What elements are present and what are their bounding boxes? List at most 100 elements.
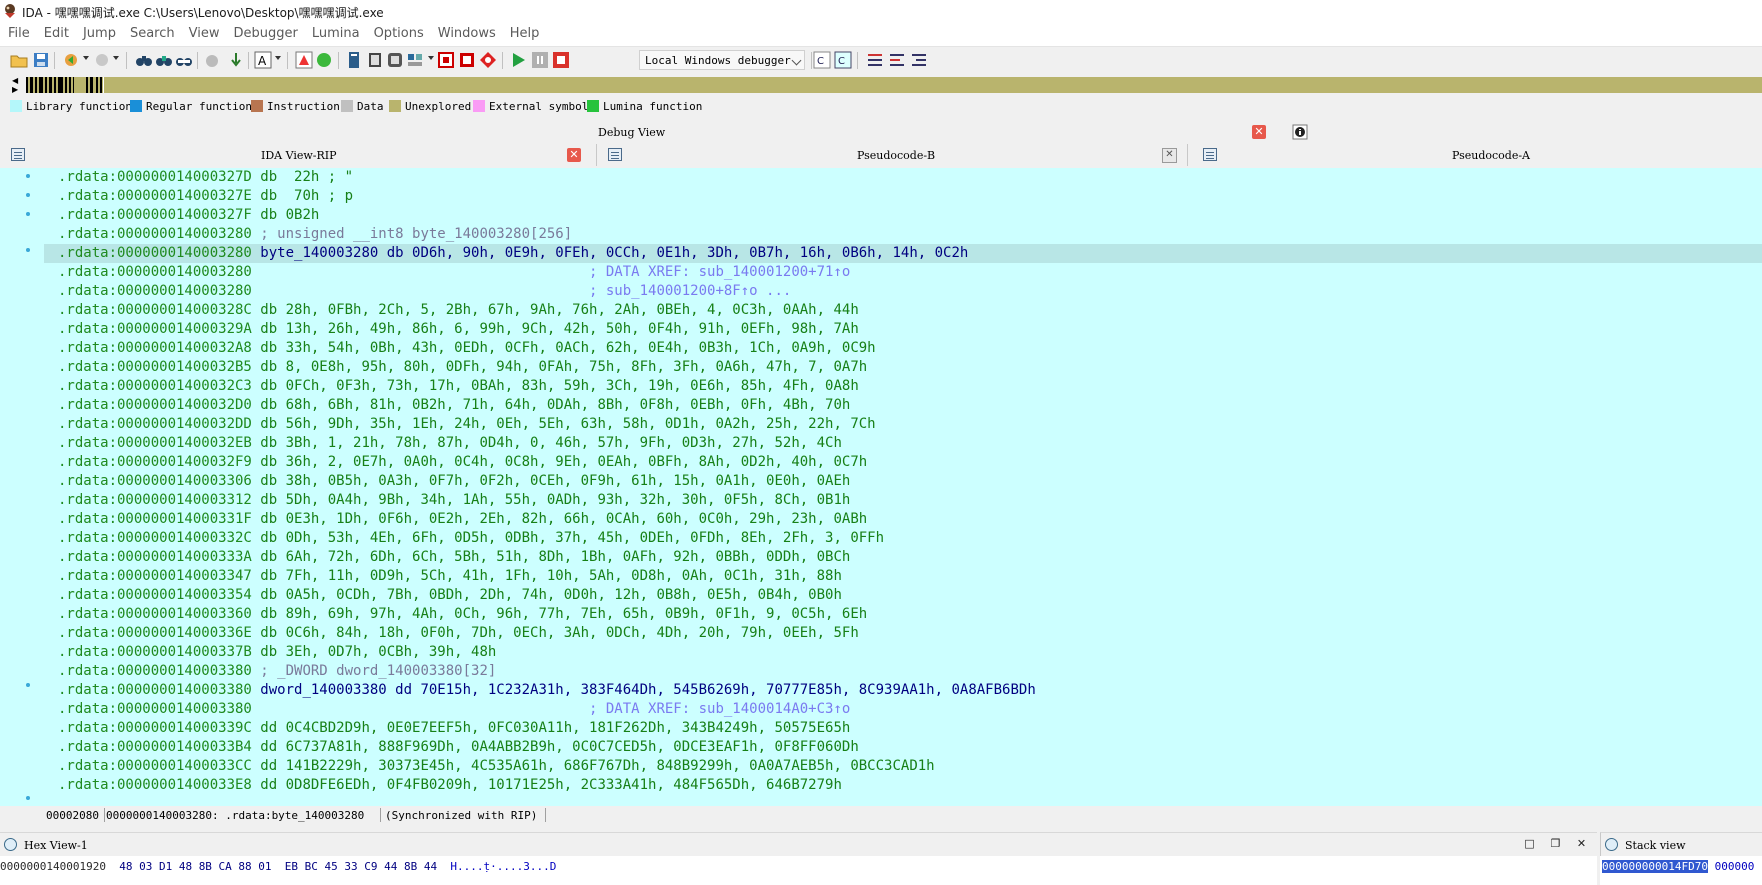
- code-line[interactable]: .rdata:0000000140003306 db 38h, 0B5h, 0A…: [44, 472, 1762, 491]
- hex-view-icon[interactable]: [345, 51, 363, 69]
- list-indent-icon[interactable]: [910, 51, 928, 69]
- menu-options[interactable]: Options: [366, 22, 430, 46]
- c-view-icon[interactable]: C: [834, 51, 852, 69]
- tab-pseudocode-a[interactable]: Pseudocode-A: [1188, 144, 1762, 166]
- tab-close-icon[interactable]: ✕: [567, 148, 581, 162]
- menu-windows[interactable]: Windows: [430, 22, 502, 46]
- pause-icon[interactable]: [531, 51, 549, 69]
- maximize-icon[interactable]: □: [1524, 838, 1535, 849]
- code-line[interactable]: .rdata:00000001400032C3 db 0FCh, 0F3h, 7…: [44, 377, 1762, 396]
- code-line[interactable]: .rdata:000000014000327D db 22h ; ": [44, 168, 1762, 187]
- list-remove-icon[interactable]: [888, 51, 906, 69]
- stack-view-body[interactable]: 000000000014FD70 000000: [1600, 856, 1762, 885]
- menu-file[interactable]: File: [0, 22, 36, 46]
- jump-forward-icon[interactable]: [93, 51, 111, 69]
- stack-view-header[interactable]: Stack view: [1600, 832, 1762, 856]
- code-line[interactable]: .rdata:00000001400033CC dd 141B2229h, 30…: [44, 757, 1762, 776]
- search-text-icon[interactable]: [155, 51, 173, 69]
- save-icon[interactable]: [32, 51, 50, 69]
- stop-debug-icon[interactable]: [552, 51, 570, 69]
- segments-icon[interactable]: [406, 51, 424, 69]
- code-line[interactable]: .rdata:000000014000331F db 0E3h, 1Dh, 0F…: [44, 510, 1762, 529]
- menu-search[interactable]: Search: [122, 22, 181, 46]
- code-line[interactable]: .rdata:0000000140003347 db 7Fh, 11h, 0D9…: [44, 567, 1762, 586]
- code-line[interactable]: .rdata:000000014000332C db 0Dh, 53h, 4Eh…: [44, 529, 1762, 548]
- code-line[interactable]: .rdata:000000014000339C dd 0C4CBD2D9h, 0…: [44, 719, 1762, 738]
- breakpoint-diamond-icon[interactable]: [479, 51, 497, 69]
- close-icon[interactable]: ✕: [1576, 838, 1587, 849]
- code-line[interactable]: .rdata:0000000140003312 db 5Dh, 0A4h, 9B…: [44, 491, 1762, 510]
- navigation-band[interactable]: ◀ ▶: [0, 75, 1762, 95]
- breakpoint-marker[interactable]: [26, 174, 30, 178]
- code-line[interactable]: .rdata:000000014000327E db 70h ; p: [44, 187, 1762, 206]
- code-address: .rdata:00000001400032EB: [58, 435, 252, 451]
- code-line[interactable]: .rdata:00000001400032DD db 56h, 9Dh, 35h…: [44, 415, 1762, 434]
- stop-recording-icon[interactable]: [437, 51, 455, 69]
- code-line[interactable]: .rdata:000000014000337B db 3Eh, 0D7h, 0C…: [44, 643, 1762, 662]
- code-line[interactable]: .rdata:0000000140003280 ; unsigned __int…: [44, 225, 1762, 244]
- breakpoint-marker[interactable]: [26, 212, 30, 216]
- menu-view[interactable]: View: [181, 22, 226, 46]
- structures-icon[interactable]: [366, 51, 384, 69]
- search-binary-icon[interactable]: [175, 51, 193, 69]
- text-format-icon[interactable]: A: [254, 51, 272, 69]
- code-line[interactable]: .rdata:0000000140003280 ; sub_140001200+…: [44, 282, 1762, 301]
- code-line[interactable]: .rdata:00000001400032F9 db 36h, 2, 0E7h,…: [44, 453, 1762, 472]
- breakpoint-icon[interactable]: [458, 51, 476, 69]
- code-line[interactable]: .rdata:0000000140003360 db 89h, 69h, 97h…: [44, 605, 1762, 624]
- search-next-icon[interactable]: [203, 51, 221, 69]
- breakpoint-marker[interactable]: [26, 248, 30, 252]
- code-line[interactable]: .rdata:000000014000328C db 28h, 0FBh, 2C…: [44, 301, 1762, 320]
- code-body: db 89h, 69h, 97h, 4Ah, 0Ch, 96h, 77h, 7E…: [251, 606, 868, 622]
- tab-pseudocode-b[interactable]: Pseudocode-B ✕: [597, 144, 1188, 166]
- info-icon[interactable]: [1292, 124, 1308, 140]
- open-folder-icon[interactable]: [10, 51, 28, 69]
- code-line[interactable]: .rdata:0000000140003380 dword_140003380 …: [44, 681, 1762, 700]
- jump-back-icon[interactable]: [62, 51, 80, 69]
- binoculars-icon[interactable]: [135, 51, 153, 69]
- debug-view-close-icon[interactable]: ✕: [1252, 125, 1266, 139]
- debug-view-bar[interactable]: Debug View ✕: [0, 122, 1762, 142]
- code-line[interactable]: .rdata:0000000140003280 ; DATA XREF: sub…: [44, 263, 1762, 282]
- menu-jump[interactable]: Jump: [75, 22, 122, 46]
- code-line[interactable]: .rdata:000000014000327F db 0B2h: [44, 206, 1762, 225]
- menu-debugger[interactable]: Debugger: [225, 22, 303, 46]
- down-arrow-icon[interactable]: [227, 51, 245, 69]
- list-add-icon[interactable]: [866, 51, 884, 69]
- code-line[interactable]: .rdata:000000014000333A db 6Ah, 72h, 6Dh…: [44, 548, 1762, 567]
- menu-edit[interactable]: Edit: [36, 22, 75, 46]
- start-debug-icon[interactable]: [510, 51, 528, 69]
- code-line[interactable]: .rdata:0000000140003380 ; DATA XREF: sub…: [44, 700, 1762, 719]
- code-line[interactable]: .rdata:00000001400033B4 dd 6C737A81h, 88…: [44, 738, 1762, 757]
- code-line[interactable]: .rdata:0000000140003280 byte_140003280 d…: [44, 244, 1762, 263]
- navigation-strip[interactable]: [26, 77, 1762, 93]
- code-body: db 0FCh, 0F3h, 73h, 17h, 0BAh, 83h, 59h,…: [251, 378, 859, 394]
- code-line[interactable]: .rdata:000000014000329A db 13h, 26h, 49h…: [44, 320, 1762, 339]
- menu-lumina[interactable]: Lumina: [304, 22, 366, 46]
- case-sensitive-icon[interactable]: C: [813, 51, 831, 69]
- proximity-view-icon[interactable]: [315, 51, 333, 69]
- code-line[interactable]: .rdata:0000000140003380 ; _DWORD dword_1…: [44, 662, 1762, 681]
- tab-close-icon[interactable]: ✕: [1162, 148, 1177, 163]
- hex-view-header[interactable]: Hex View-1 □ ❐ ✕: [0, 832, 1597, 856]
- code-line[interactable]: .rdata:000000014000336E db 0C6h, 84h, 18…: [44, 624, 1762, 643]
- code-line[interactable]: .rdata:00000001400032EB db 3Bh, 1, 21h, …: [44, 434, 1762, 453]
- breakpoint-marker[interactable]: [26, 193, 30, 197]
- tab-ida-view-rip[interactable]: IDA View-RIP ✕: [0, 144, 597, 166]
- code-line[interactable]: .rdata:00000001400032B5 db 8, 0E8h, 95h,…: [44, 358, 1762, 377]
- code-address: .rdata:00000001400033E8: [58, 777, 252, 793]
- enums-icon[interactable]: [386, 51, 404, 69]
- debugger-select[interactable]: Local Windows debugger: [639, 50, 805, 70]
- disassembly-view[interactable]: .rdata:000000014000327D db 22h ; " .rdata…: [0, 168, 1762, 806]
- restore-icon[interactable]: ❐: [1550, 838, 1561, 849]
- code-line[interactable]: .rdata:00000001400033E8 dd 0D8DFE6EDh, 0…: [44, 776, 1762, 795]
- breakpoint-marker[interactable]: [26, 683, 30, 687]
- nav-arrows-icon[interactable]: ◀ ▶: [12, 76, 22, 94]
- code-line[interactable]: .rdata:00000001400032D0 db 68h, 6Bh, 81h…: [44, 396, 1762, 415]
- code-line[interactable]: .rdata:00000001400032A8 db 33h, 54h, 0Bh…: [44, 339, 1762, 358]
- graph-view-icon[interactable]: [295, 51, 313, 69]
- code-line[interactable]: .rdata:0000000140003354 db 0A5h, 0CDh, 7…: [44, 586, 1762, 605]
- hex-view-body[interactable]: 0000000140001920 48 03 D1 48 8B CA 88 01…: [0, 856, 1597, 885]
- breakpoint-marker[interactable]: [26, 796, 30, 800]
- menu-help[interactable]: Help: [502, 22, 546, 46]
